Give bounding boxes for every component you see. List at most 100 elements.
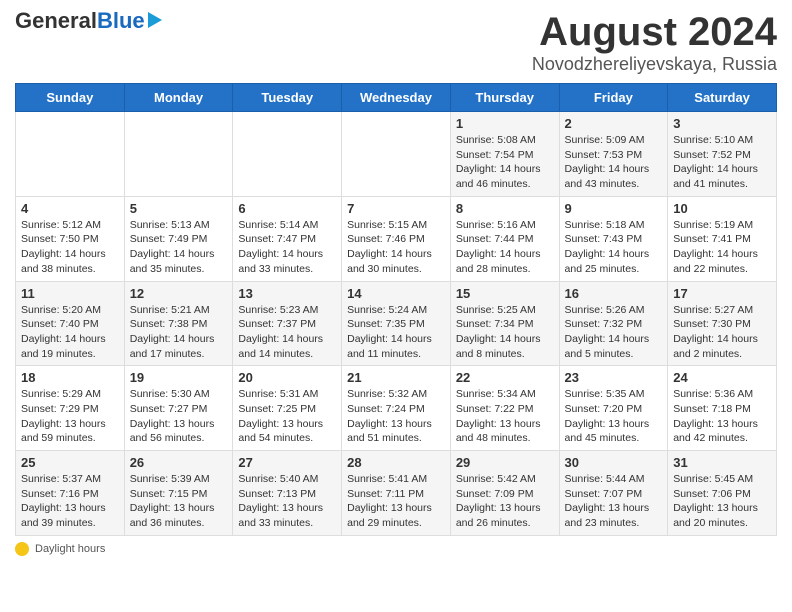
day-of-week-friday: Friday — [559, 84, 668, 112]
day-number: 20 — [238, 370, 336, 385]
day-number: 17 — [673, 286, 771, 301]
day-info: Sunrise: 5:26 AM Sunset: 7:32 PM Dayligh… — [565, 303, 663, 362]
month-title: August 2024 — [532, 10, 777, 54]
calendar-week-2: 4Sunrise: 5:12 AM Sunset: 7:50 PM Daylig… — [16, 196, 777, 281]
day-info: Sunrise: 5:39 AM Sunset: 7:15 PM Dayligh… — [130, 472, 228, 531]
calendar-cell: 5Sunrise: 5:13 AM Sunset: 7:49 PM Daylig… — [124, 196, 233, 281]
day-info: Sunrise: 5:23 AM Sunset: 7:37 PM Dayligh… — [238, 303, 336, 362]
day-info: Sunrise: 5:09 AM Sunset: 7:53 PM Dayligh… — [565, 133, 663, 192]
daylight-label: Daylight hours — [35, 543, 105, 555]
day-info: Sunrise: 5:25 AM Sunset: 7:34 PM Dayligh… — [456, 303, 554, 362]
calendar-cell: 31Sunrise: 5:45 AM Sunset: 7:06 PM Dayli… — [668, 451, 777, 536]
calendar-cell: 16 Sunrise: 5:26 AM Sunset: 7:32 PM Dayli… — [559, 281, 668, 366]
day-of-week-sunday: Sunday — [16, 84, 125, 112]
calendar-cell: 20 Sunrise: 5:31 AM Sunset: 7:25 PM Dayli… — [233, 366, 342, 451]
day-number: 13 — [238, 286, 336, 301]
day-of-week-tuesday: Tuesday — [233, 84, 342, 112]
day-number: 9 — [565, 201, 663, 216]
location-title: Novodzhereliyevskaya, Russia — [532, 54, 777, 75]
calendar-cell: 30 Sunrise: 5:44 AM Sunset: 7:07 PM Dayli… — [559, 451, 668, 536]
day-info: Sunrise: 5:12 AM Sunset: 7:50 PM Dayligh… — [21, 218, 119, 277]
day-number: 22 — [456, 370, 554, 385]
day-info: Sunrise: 5:41 AM Sunset: 7:11 PM Dayligh… — [347, 472, 445, 531]
day-of-week-thursday: Thursday — [450, 84, 559, 112]
calendar-week-3: 11 Sunrise: 5:20 AM Sunset: 7:40 PM Dayli… — [16, 281, 777, 366]
calendar-cell: 4Sunrise: 5:12 AM Sunset: 7:50 PM Daylig… — [16, 196, 125, 281]
day-of-week-wednesday: Wednesday — [342, 84, 451, 112]
day-number: 29 — [456, 455, 554, 470]
day-number: 6 — [238, 201, 336, 216]
day-number: 24 — [673, 370, 771, 385]
day-info: Sunrise: 5:36 AM Sunset: 7:18 PM Dayligh… — [673, 387, 771, 446]
day-info: Sunrise: 5:15 AM Sunset: 7:46 PM Dayligh… — [347, 218, 445, 277]
logo-arrow-icon — [148, 12, 162, 28]
day-info: Sunrise: 5:31 AM Sunset: 7:25 PM Dayligh… — [238, 387, 336, 446]
logo-general-text: General — [15, 10, 97, 32]
calendar-cell: 17Sunrise: 5:27 AM Sunset: 7:30 PM Dayli… — [668, 281, 777, 366]
calendar-cell: 7 Sunrise: 5:15 AM Sunset: 7:46 PM Daylig… — [342, 196, 451, 281]
day-number: 30 — [565, 455, 663, 470]
day-number: 25 — [21, 455, 119, 470]
footer-note: Daylight hours — [15, 542, 777, 556]
calendar-cell — [342, 112, 451, 197]
calendar-cell: 23Sunrise: 5:35 AM Sunset: 7:20 PM Dayli… — [559, 366, 668, 451]
calendar-cell: 14Sunrise: 5:24 AM Sunset: 7:35 PM Dayli… — [342, 281, 451, 366]
calendar-cell: 2 Sunrise: 5:09 AM Sunset: 7:53 PM Daylig… — [559, 112, 668, 197]
calendar-cell: 29 Sunrise: 5:42 AM Sunset: 7:09 PM Dayli… — [450, 451, 559, 536]
day-info: Sunrise: 5:34 AM Sunset: 7:22 PM Dayligh… — [456, 387, 554, 446]
day-number: 3 — [673, 116, 771, 131]
day-info: Sunrise: 5:13 AM Sunset: 7:49 PM Dayligh… — [130, 218, 228, 277]
day-number: 1 — [456, 116, 554, 131]
calendar-cell: 24 Sunrise: 5:36 AM Sunset: 7:18 PM Dayli… — [668, 366, 777, 451]
calendar-cell: 11 Sunrise: 5:20 AM Sunset: 7:40 PM Dayli… — [16, 281, 125, 366]
day-number: 15 — [456, 286, 554, 301]
calendar-cell — [233, 112, 342, 197]
day-info: Sunrise: 5:37 AM Sunset: 7:16 PM Dayligh… — [21, 472, 119, 531]
calendar-header: SundayMondayTuesdayWednesdayThursdayFrid… — [16, 84, 777, 112]
day-number: 8 — [456, 201, 554, 216]
day-of-week-monday: Monday — [124, 84, 233, 112]
day-number: 26 — [130, 455, 228, 470]
day-number: 11 — [21, 286, 119, 301]
day-number: 10 — [673, 201, 771, 216]
calendar-table: SundayMondayTuesdayWednesdayThursdayFrid… — [15, 83, 777, 536]
day-number: 7 — [347, 201, 445, 216]
day-number: 19 — [130, 370, 228, 385]
calendar-cell: 19 Sunrise: 5:30 AM Sunset: 7:27 PM Dayli… — [124, 366, 233, 451]
day-info: Sunrise: 5:21 AM Sunset: 7:38 PM Dayligh… — [130, 303, 228, 362]
day-info: Sunrise: 5:24 AM Sunset: 7:35 PM Dayligh… — [347, 303, 445, 362]
calendar-cell: 12 Sunrise: 5:21 AM Sunset: 7:38 PM Dayli… — [124, 281, 233, 366]
calendar-cell: 25 Sunrise: 5:37 AM Sunset: 7:16 PM Dayli… — [16, 451, 125, 536]
day-info: Sunrise: 5:30 AM Sunset: 7:27 PM Dayligh… — [130, 387, 228, 446]
day-info: Sunrise: 5:08 AM Sunset: 7:54 PM Dayligh… — [456, 133, 554, 192]
calendar-cell: 6Sunrise: 5:14 AM Sunset: 7:47 PM Daylig… — [233, 196, 342, 281]
calendar-cell: 22 Sunrise: 5:34 AM Sunset: 7:22 PM Dayli… — [450, 366, 559, 451]
day-number: 31 — [673, 455, 771, 470]
day-of-week-saturday: Saturday — [668, 84, 777, 112]
day-number: 18 — [21, 370, 119, 385]
days-of-week-row: SundayMondayTuesdayWednesdayThursdayFrid… — [16, 84, 777, 112]
page-header: General Blue August 2024 Novodzhereliyev… — [15, 10, 777, 75]
calendar-cell: 26 Sunrise: 5:39 AM Sunset: 7:15 PM Dayli… — [124, 451, 233, 536]
calendar-cell: 15 Sunrise: 5:25 AM Sunset: 7:34 PM Dayli… — [450, 281, 559, 366]
day-number: 28 — [347, 455, 445, 470]
day-info: Sunrise: 5:44 AM Sunset: 7:07 PM Dayligh… — [565, 472, 663, 531]
day-number: 16 — [565, 286, 663, 301]
day-info: Sunrise: 5:16 AM Sunset: 7:44 PM Dayligh… — [456, 218, 554, 277]
calendar-week-1: 1 Sunrise: 5:08 AM Sunset: 7:54 PM Daylig… — [16, 112, 777, 197]
calendar-week-5: 25 Sunrise: 5:37 AM Sunset: 7:16 PM Dayli… — [16, 451, 777, 536]
day-number: 2 — [565, 116, 663, 131]
title-area: August 2024 Novodzhereliyevskaya, Russia — [532, 10, 777, 75]
day-info: Sunrise: 5:20 AM Sunset: 7:40 PM Dayligh… — [21, 303, 119, 362]
calendar-cell — [16, 112, 125, 197]
day-info: Sunrise: 5:42 AM Sunset: 7:09 PM Dayligh… — [456, 472, 554, 531]
day-number: 23 — [565, 370, 663, 385]
day-number: 27 — [238, 455, 336, 470]
day-number: 12 — [130, 286, 228, 301]
day-info: Sunrise: 5:18 AM Sunset: 7:43 PM Dayligh… — [565, 218, 663, 277]
calendar-cell: 3Sunrise: 5:10 AM Sunset: 7:52 PM Daylig… — [668, 112, 777, 197]
logo-blue-text: Blue — [97, 10, 145, 32]
day-info: Sunrise: 5:29 AM Sunset: 7:29 PM Dayligh… — [21, 387, 119, 446]
calendar-cell: 9 Sunrise: 5:18 AM Sunset: 7:43 PM Daylig… — [559, 196, 668, 281]
calendar-cell: 18 Sunrise: 5:29 AM Sunset: 7:29 PM Dayli… — [16, 366, 125, 451]
